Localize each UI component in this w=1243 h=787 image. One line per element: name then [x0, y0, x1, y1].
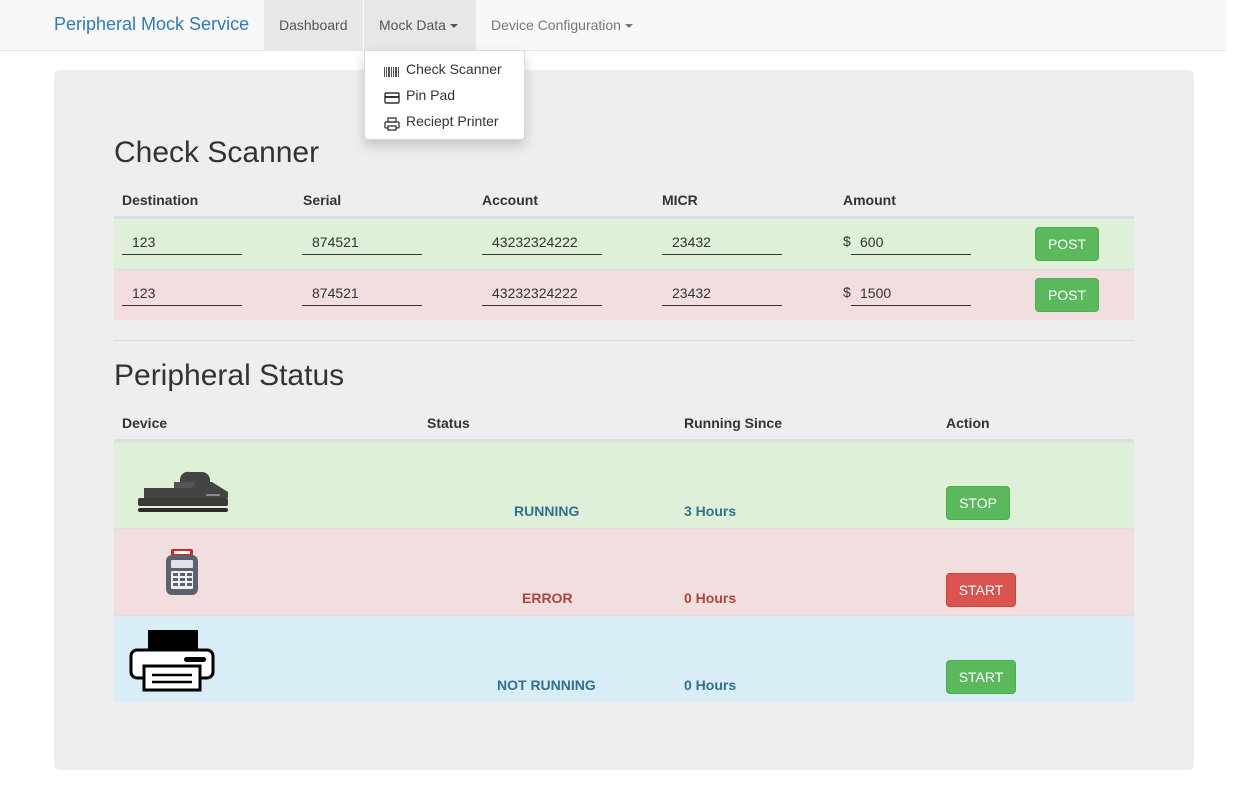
amount-field[interactable]	[851, 280, 971, 306]
post-button[interactable]: POST	[1035, 278, 1099, 312]
barcode-icon	[384, 61, 400, 78]
dropdown-item-check-scanner[interactable]: Check Scanner	[365, 56, 524, 82]
col-action: Action	[946, 415, 990, 431]
check-scanner-table-header: Destination Serial Account MICR Amount	[114, 184, 1134, 218]
nav-device-configuration-label: Device Configuration	[491, 17, 621, 33]
nav-dashboard-label: Dashboard	[279, 17, 348, 33]
micr-field[interactable]	[662, 229, 782, 255]
table-row: NOT RUNNING 0 Hours START	[114, 615, 1134, 702]
amount-field[interactable]	[851, 229, 971, 255]
section-divider	[114, 340, 1134, 341]
peripheral-status-heading: Peripheral Status	[114, 359, 345, 392]
nav-mock-data-label: Mock Data	[379, 17, 446, 33]
table-row: $ POST	[114, 218, 1134, 269]
peripheral-status-table-header: Device Status Running Since Action	[114, 407, 1134, 441]
start-button[interactable]: START	[946, 573, 1016, 607]
table-row: $ POST	[114, 269, 1134, 320]
stop-button[interactable]: STOP	[946, 486, 1010, 520]
receipt-printer-icon	[129, 630, 215, 692]
check-scanner-heading: Check Scanner	[114, 136, 320, 169]
col-destination: Destination	[122, 192, 199, 208]
caret-down-icon	[624, 24, 633, 29]
serial-field[interactable]	[302, 280, 422, 306]
col-status: Status	[427, 415, 470, 431]
caret-down-icon	[449, 24, 458, 29]
running-since-text: 0 Hours	[684, 677, 737, 693]
account-field[interactable]	[482, 229, 602, 255]
dropdown-item-receipt-printer[interactable]: Reciept Printer	[365, 108, 524, 134]
start-button[interactable]: START	[946, 660, 1016, 694]
col-running-since: Running Since	[684, 415, 782, 431]
navbar: Peripheral Mock Service Dashboard Mock D…	[0, 0, 1226, 51]
mock-data-dropdown: Check Scanner Pin Pad Reciept Printer	[364, 50, 525, 140]
col-device: Device	[122, 415, 168, 431]
account-field[interactable]	[482, 280, 602, 306]
col-serial: Serial	[303, 192, 342, 208]
col-micr: MICR	[662, 192, 698, 208]
status-text: RUNNING	[514, 503, 580, 519]
post-button[interactable]: POST	[1035, 227, 1099, 261]
dropdown-item-label: Reciept Printer	[406, 113, 499, 129]
col-amount: Amount	[843, 192, 896, 208]
dropdown-item-label: Check Scanner	[406, 61, 502, 77]
serial-field[interactable]	[302, 229, 422, 255]
table-row: ERROR 0 Hours START	[114, 528, 1134, 615]
running-since-text: 0 Hours	[684, 590, 737, 606]
credit-card-icon	[384, 87, 400, 104]
status-text: NOT RUNNING	[497, 677, 596, 693]
check-scanner-icon	[138, 471, 228, 512]
currency-symbol: $	[843, 233, 851, 249]
status-text: ERROR	[522, 590, 573, 606]
destination-field[interactable]	[122, 229, 242, 255]
pin-pad-icon	[166, 549, 198, 595]
micr-field[interactable]	[662, 280, 782, 306]
dropdown-item-pin-pad[interactable]: Pin Pad	[365, 82, 524, 108]
print-icon	[384, 113, 400, 131]
nav-dashboard[interactable]: Dashboard	[264, 0, 363, 50]
nav-device-configuration[interactable]: Device Configuration	[476, 0, 648, 50]
currency-symbol: $	[843, 284, 851, 300]
dropdown-item-label: Pin Pad	[406, 87, 456, 103]
table-row: RUNNING 3 Hours STOP	[114, 441, 1134, 528]
destination-field[interactable]	[122, 280, 242, 306]
nav-mock-data[interactable]: Mock Data	[364, 0, 476, 50]
brand-link[interactable]: Peripheral Mock Service	[54, 14, 249, 35]
col-account: Account	[482, 192, 538, 208]
running-since-text: 3 Hours	[684, 503, 737, 519]
